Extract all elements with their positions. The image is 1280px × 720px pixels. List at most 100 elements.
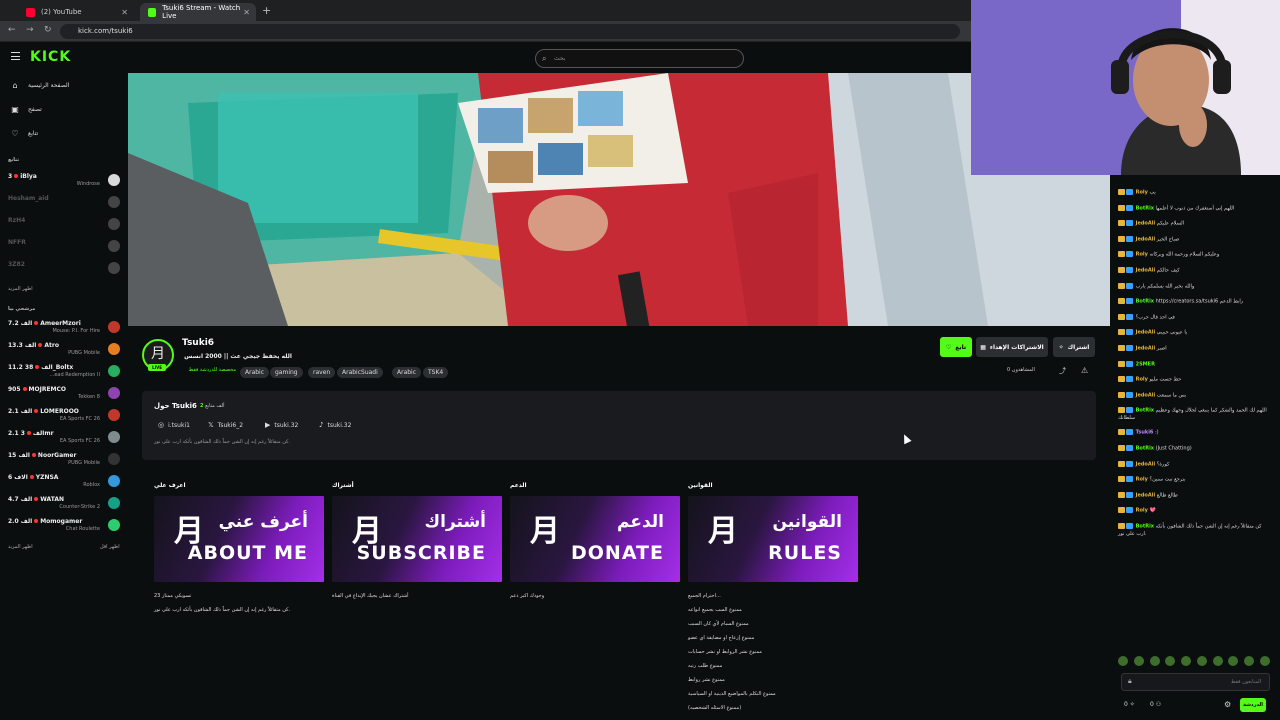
- panel-banner[interactable]: 月 القوانين RULES: [688, 496, 858, 582]
- chat-message[interactable]: JedoAli كورة؟: [1118, 460, 1270, 469]
- share-icon[interactable]: ⤴: [1059, 366, 1066, 376]
- show-less-button[interactable]: اظهر اقل: [100, 544, 120, 550]
- emote-icon[interactable]: [1181, 656, 1192, 666]
- chat-message[interactable]: Roly يب: [1118, 189, 1270, 197]
- tag-chip[interactable]: Arabic: [392, 367, 422, 378]
- chat-username[interactable]: BotRix: [1136, 524, 1154, 530]
- sidebar-item-following[interactable]: ♡ تتابع: [10, 129, 38, 138]
- panel-banner[interactable]: 月 أعرف عني ABOUT ME: [154, 496, 324, 582]
- points-counter[interactable]: 0 ✧: [1124, 701, 1135, 708]
- tab-youtube[interactable]: (2) YouTube ✕: [18, 3, 134, 21]
- chat-username[interactable]: JedoAli: [1136, 221, 1156, 227]
- tag-chip[interactable]: Arabic: [240, 367, 270, 378]
- emote-icon[interactable]: [1118, 656, 1128, 666]
- chat-message[interactable]: والله بخير الله يسلمكم يارب: [1118, 282, 1270, 291]
- chat-message[interactable]: BotRix اللهم إني أستغفرك من ذنوب لا أعلم…: [1118, 204, 1270, 213]
- panel-banner[interactable]: 月 الدعم DONATE: [510, 496, 680, 582]
- chat-message[interactable]: JedoAli بس ما سمعت: [1118, 391, 1270, 400]
- chat-username[interactable]: 2SMER: [1136, 361, 1155, 367]
- emote-icon[interactable]: [1149, 656, 1160, 666]
- channel-list-item[interactable]: 13.3 الف Atro PUBG Mobile: [8, 341, 120, 361]
- chat-message[interactable]: Tsuki6 :): [1118, 429, 1270, 437]
- tag-chip[interactable]: TSK4: [423, 367, 449, 378]
- chat-message[interactable]: JedoAli السلام عليكم: [1118, 220, 1270, 228]
- channel-list-item[interactable]: 905 MOJREMCO Tekken 8: [8, 385, 120, 405]
- channel-list-item[interactable]: RzH4: [8, 216, 120, 236]
- chat-message[interactable]: 2SMER: [1118, 360, 1270, 369]
- channel-list-item[interactable]: Hesham_aid: [8, 194, 120, 214]
- chat-message[interactable]: BotRix https://creators.sa/tsuki6 رابط ا…: [1118, 298, 1270, 306]
- emote-icon[interactable]: [1259, 656, 1270, 666]
- chat-username[interactable]: Roly: [1136, 508, 1148, 514]
- emote-icon[interactable]: [1212, 656, 1223, 666]
- tag-chip[interactable]: ArabicSuadi: [337, 367, 383, 378]
- channel-list-item[interactable]: 4.7 الف WATAN Counter-Strike 2: [8, 495, 120, 515]
- emote-icon[interactable]: [1165, 656, 1176, 666]
- follow-button[interactable]: ♡ تابع: [940, 337, 972, 357]
- chat-message[interactable]: Roly حط جست مليو: [1118, 376, 1270, 384]
- chat-message[interactable]: BotRix (Just Chatting): [1118, 445, 1270, 453]
- chat-message[interactable]: JedoAli يا عيوني حبيبي: [1118, 329, 1270, 337]
- close-icon[interactable]: ✕: [243, 8, 250, 17]
- emote-icon[interactable]: [1228, 656, 1239, 666]
- chat-message[interactable]: BotRix اللهم لك الحمد والشكر كما ينبغي ل…: [1118, 407, 1270, 422]
- new-tab-icon[interactable]: +: [262, 4, 271, 17]
- chat-message[interactable]: JedoAli كيف حالكم: [1118, 267, 1270, 275]
- chat-username[interactable]: BotRix: [1136, 205, 1154, 211]
- channel-list-item[interactable]: 3Z82: [8, 260, 120, 280]
- channel-list-item[interactable]: 11.2 الف38_Boltx ...ead Redemption II: [8, 363, 120, 383]
- channel-list-item[interactable]: 7.2 الف AmeerMzori Mouse: P.I. For Hire: [8, 319, 120, 339]
- chat-username[interactable]: BotRix: [1136, 446, 1154, 452]
- show-more-button[interactable]: اظهر المزيد: [8, 544, 33, 550]
- kick-logo[interactable]: KICK: [30, 49, 71, 65]
- social-youtube[interactable]: ▶ tsuki.32: [265, 421, 298, 429]
- chat-username[interactable]: JedoAli: [1136, 330, 1156, 336]
- menu-icon[interactable]: [11, 52, 20, 60]
- channel-list-item[interactable]: 6 الاف YZNSA Roblox: [8, 473, 120, 493]
- show-more-button[interactable]: اظهر المزيد: [8, 286, 33, 292]
- gift-subs-button[interactable]: ▦ الاشتراكات الإهداء: [976, 337, 1048, 357]
- chat-username[interactable]: Roly: [1136, 252, 1148, 258]
- chat-username[interactable]: Roly: [1136, 377, 1148, 383]
- chat-message[interactable]: في احد قال حرب؟: [1118, 313, 1270, 322]
- forward-icon[interactable]: →: [26, 25, 34, 35]
- chat-username[interactable]: Tsuki6: [1136, 430, 1154, 436]
- gear-icon[interactable]: ⚙: [1224, 700, 1231, 709]
- tab-kick[interactable]: Tsuki6 Stream - Watch Live ✕: [140, 3, 256, 21]
- social-instagram[interactable]: ◎ i.tsuki1: [158, 421, 190, 429]
- emote-icon[interactable]: [1196, 656, 1207, 666]
- channel-list-item[interactable]: 2.0 الف Momogamer Chat Roulette: [8, 517, 120, 537]
- report-icon[interactable]: ⚠: [1081, 366, 1088, 375]
- tag-chip[interactable]: gaming: [270, 367, 303, 378]
- channel-name[interactable]: Tsuki6: [182, 338, 214, 348]
- social-tiktok[interactable]: ♪ tsuki.32: [319, 421, 351, 429]
- chat-users-counter[interactable]: 0 ⚇: [1150, 701, 1161, 708]
- sidebar-item-browse[interactable]: ▣ تصفح: [10, 105, 42, 114]
- chat-send-button[interactable]: الدردشة: [1240, 698, 1266, 712]
- video-player[interactable]: [128, 73, 1110, 326]
- chat-message[interactable]: BotRix كن متفائلاً رغم إنه إن الشن جماً …: [1118, 523, 1270, 538]
- chat-username[interactable]: JedoAli: [1136, 392, 1156, 398]
- chat-username[interactable]: Roly: [1136, 477, 1148, 483]
- channel-list-item[interactable]: NFFR: [8, 238, 120, 258]
- chat-username[interactable]: JedoAli: [1136, 461, 1156, 467]
- chat-username[interactable]: BotRix: [1136, 299, 1154, 305]
- emote-icon[interactable]: [1133, 656, 1144, 666]
- social-x[interactable]: 𝕏 Tsuki6_2: [208, 421, 243, 429]
- chat-message[interactable]: Roly بترجع تبث سنين؟: [1118, 476, 1270, 484]
- close-icon[interactable]: ✕: [121, 8, 128, 17]
- subscribe-button[interactable]: ✧ اشتراك: [1053, 337, 1095, 357]
- chat-message[interactable]: Roly 💖: [1118, 507, 1270, 515]
- panel-banner[interactable]: 月 أشتراك SUBSCRIBE: [332, 496, 502, 582]
- tag-chip[interactable]: raven: [308, 367, 336, 378]
- url-field[interactable]: kick.com/tsuki6: [60, 24, 960, 39]
- reload-icon[interactable]: ↻: [44, 25, 52, 35]
- chat-username[interactable]: JedoAli: [1136, 236, 1156, 242]
- back-icon[interactable]: ←: [8, 25, 16, 35]
- emote-icon[interactable]: [1244, 656, 1255, 666]
- chat-message[interactable]: Roly وعليكم السلام ورحمة الله وبركاته: [1118, 251, 1270, 259]
- search-input[interactable]: ⌕ بحث: [535, 49, 744, 68]
- chat-message[interactable]: JedoAli اصبر: [1118, 345, 1270, 353]
- chat-username[interactable]: Roly: [1136, 190, 1148, 196]
- channel-list-item[interactable]: 2.1 الف3mr EA Sports FC 26: [8, 429, 120, 449]
